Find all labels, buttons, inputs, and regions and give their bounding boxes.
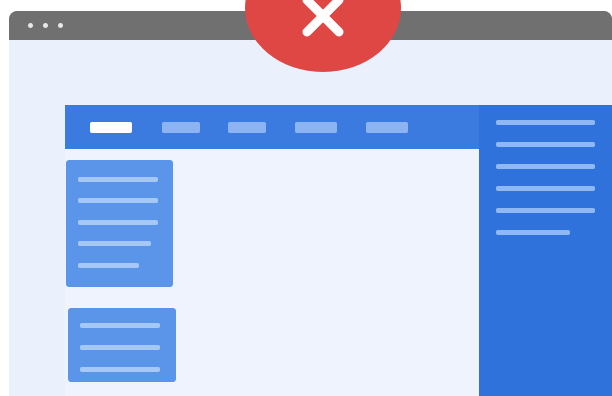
card-line [80,367,160,372]
close-icon [302,0,344,37]
card-line [80,323,160,328]
right-sidebar-line[interactable] [496,164,595,169]
card-line [78,220,158,225]
window-control-dot[interactable] [43,23,48,28]
nav-item-3[interactable] [228,122,266,133]
card-line [78,263,139,268]
right-sidebar-line[interactable] [496,120,595,125]
nav-item-5[interactable] [366,122,408,133]
left-card-1[interactable] [66,160,173,287]
card-line [80,345,160,350]
right-sidebar-line[interactable] [496,142,595,147]
nav-item-1[interactable] [90,122,132,133]
card-line [78,177,158,182]
card-line [78,241,151,246]
nav-item-4[interactable] [295,122,337,133]
nav-item-2[interactable] [162,122,200,133]
right-sidebar-line[interactable] [496,230,570,235]
window-control-dot[interactable] [28,23,33,28]
right-sidebar-line[interactable] [496,186,595,191]
right-sidebar [479,105,612,396]
top-nav-bar [65,105,481,149]
window-control-dot[interactable] [58,23,63,28]
left-card-2[interactable] [68,308,176,382]
card-line [78,198,158,203]
right-sidebar-line[interactable] [496,208,595,213]
